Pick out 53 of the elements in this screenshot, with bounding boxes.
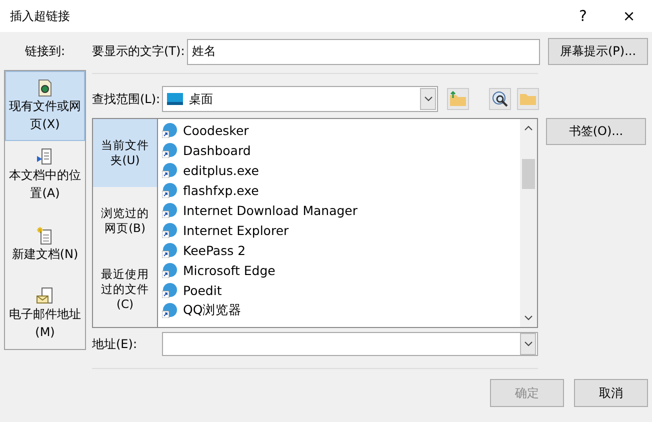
look-in-dropdown[interactable]: 桌面 <box>162 86 438 112</box>
shortcut-icon <box>162 302 178 318</box>
display-text-field[interactable]: 姓名 <box>186 38 540 64</box>
window-title: 插入超链接 <box>10 8 71 24</box>
web-page-icon <box>37 78 53 97</box>
new-document-icon <box>37 226 53 245</box>
screen-tip-button[interactable]: 屏幕提示(P)... <box>548 38 648 65</box>
shortcut-icon <box>162 122 178 138</box>
scroll-up-icon[interactable] <box>524 125 533 131</box>
mail-document-icon <box>36 287 54 306</box>
folder-up-icon[interactable] <box>447 88 470 110</box>
file-item[interactable]: Poedit <box>158 280 520 300</box>
cancel-button[interactable]: 取消 <box>574 379 648 407</box>
document-icon <box>36 148 54 166</box>
file-item[interactable]: editplus.exe <box>158 160 520 180</box>
file-item[interactable]: Dashboard <box>158 140 520 160</box>
address-label: 地址(E): <box>92 336 138 352</box>
caret-icon <box>524 341 532 347</box>
browse-category-item[interactable]: 最近使用过的文件(C) <box>93 255 157 323</box>
shortcut-icon <box>162 282 178 298</box>
file-item[interactable]: Coodesker <box>158 120 520 140</box>
file-item[interactable]: flashfxp.exe <box>158 180 520 200</box>
shortcut-icon <box>162 162 178 178</box>
address-field[interactable] <box>162 332 538 356</box>
link-type-item[interactable]: 本文档中的位置(A) <box>5 140 85 210</box>
look-in-label: 查找范围(L): <box>92 90 160 108</box>
link-type-item[interactable]: 电子邮件地址(M) <box>5 280 85 350</box>
link-type-item[interactable]: 新建文档(N) <box>5 210 85 280</box>
file-item[interactable]: Microsoft Edge <box>158 260 520 280</box>
caret-icon <box>424 96 433 102</box>
scroll-thumb[interactable] <box>522 159 535 189</box>
shortcut-icon <box>162 242 178 258</box>
file-item[interactable]: Internet Explorer <box>158 220 520 240</box>
shortcut-icon <box>162 182 178 198</box>
browse-category-item[interactable]: 浏览过的网页(B) <box>93 187 157 255</box>
desktop-icon <box>167 93 184 105</box>
link-to-label: 链接到: <box>24 43 66 60</box>
shortcut-icon <box>162 222 178 238</box>
file-item[interactable]: Internet Download Manager <box>158 200 520 220</box>
scrollbar[interactable] <box>520 119 537 327</box>
shortcut-icon <box>162 142 178 158</box>
help-button[interactable]: ? <box>560 3 606 29</box>
shortcut-icon <box>162 262 178 278</box>
scroll-down-icon[interactable] <box>524 315 533 321</box>
file-item[interactable]: QQ浏览器 <box>158 300 520 320</box>
close-button[interactable]: × <box>606 3 652 29</box>
file-item[interactable]: KeePass 2 <box>158 240 520 260</box>
link-type-item[interactable]: 现有文件或网页(X) <box>5 71 85 141</box>
shortcut-icon <box>162 202 178 218</box>
bookmark-button[interactable]: 书签(O)... <box>546 118 646 145</box>
display-text-label: 要显示的文字(T): <box>92 43 185 60</box>
search-web-icon[interactable] <box>489 88 512 110</box>
browse-category-item[interactable]: 当前文件夹(U) <box>93 119 157 187</box>
